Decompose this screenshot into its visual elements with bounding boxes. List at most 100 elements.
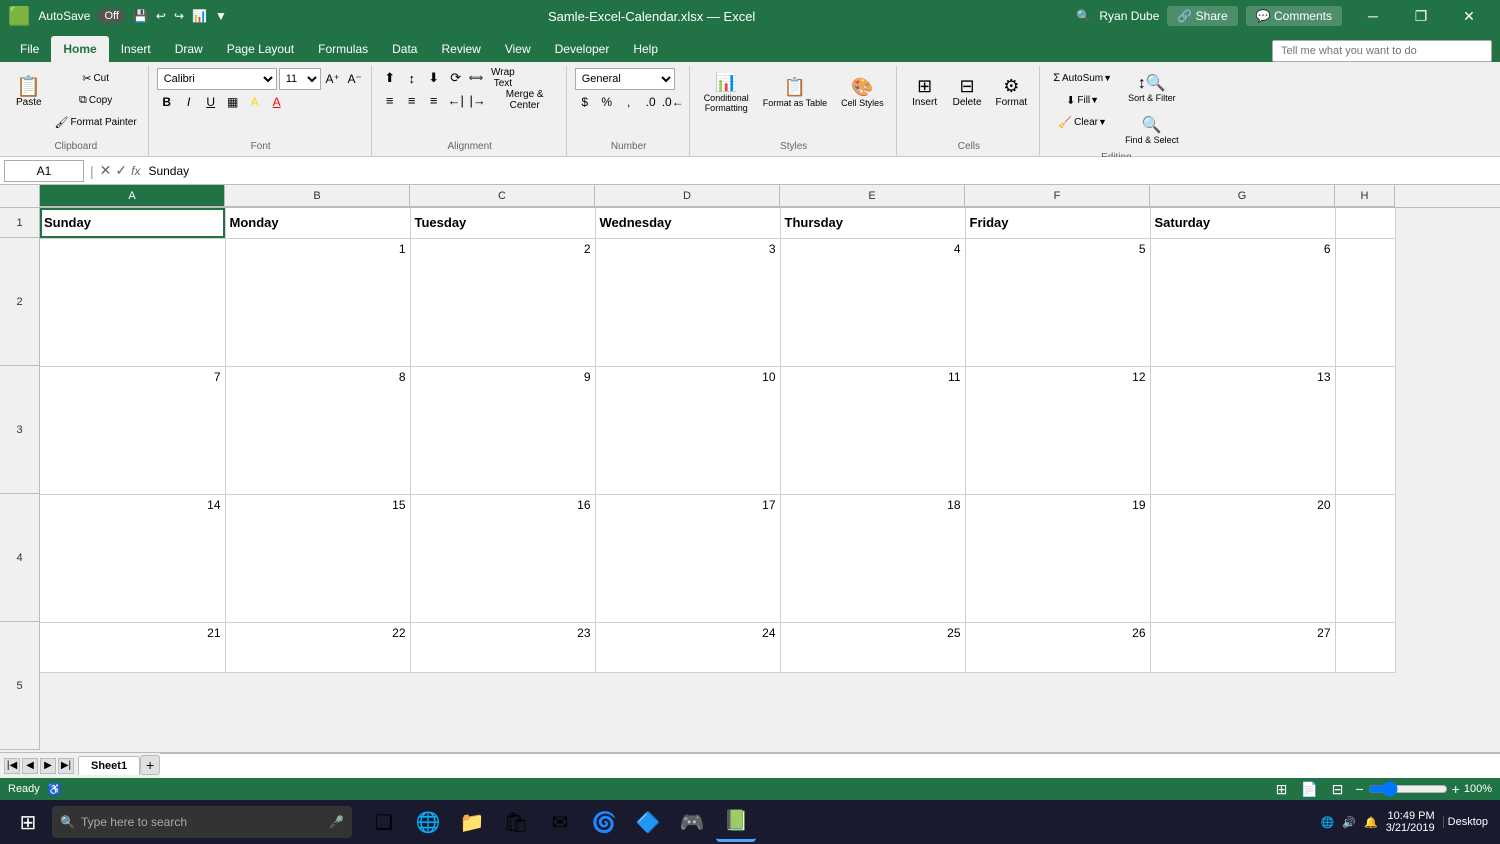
- cell-F1[interactable]: Friday: [965, 208, 1150, 238]
- cell-F4[interactable]: 19: [965, 494, 1150, 622]
- tab-view[interactable]: View: [493, 36, 543, 62]
- cell-E1[interactable]: Thursday: [780, 208, 965, 238]
- taskbar-app-store[interactable]: 🛍: [496, 802, 536, 842]
- cell-G3[interactable]: 13: [1150, 366, 1335, 494]
- border-button[interactable]: ▦: [223, 92, 243, 112]
- cell-C5[interactable]: 23: [410, 622, 595, 672]
- indent-decrease-button[interactable]: ←|: [446, 90, 466, 110]
- format-painter-button[interactable]: 🖌 Format Painter: [50, 112, 142, 132]
- orientation-button[interactable]: ⟳: [446, 68, 466, 88]
- taskbar-app-file-explorer[interactable]: 📁: [452, 802, 492, 842]
- cell-D5[interactable]: 24: [595, 622, 780, 672]
- tab-draw[interactable]: Draw: [163, 36, 215, 62]
- percent-button[interactable]: %: [597, 92, 617, 112]
- cell-B1[interactable]: Monday: [225, 208, 410, 238]
- row-header-3[interactable]: 3: [0, 366, 40, 494]
- autosum-button[interactable]: Σ AutoSum ▼: [1048, 68, 1117, 88]
- taskbar-app-unknown2[interactable]: 🎮: [672, 802, 712, 842]
- wrap-text-button[interactable]: ⟺ Wrap Text: [468, 68, 524, 88]
- share-button[interactable]: 🔗 Share: [1167, 6, 1237, 26]
- align-right-button[interactable]: ≡: [424, 90, 444, 110]
- decrease-font-button[interactable]: A⁻: [345, 69, 365, 89]
- cell-styles-button[interactable]: 🎨 Cell Styles: [835, 68, 890, 116]
- col-header-A[interactable]: A: [40, 185, 225, 207]
- cell-F2[interactable]: 5: [965, 238, 1150, 366]
- tab-formulas[interactable]: Formulas: [306, 36, 380, 62]
- cell-D4[interactable]: 17: [595, 494, 780, 622]
- start-button[interactable]: ⊞: [8, 802, 48, 842]
- restore-button[interactable]: ❐: [1398, 0, 1444, 32]
- italic-button[interactable]: I: [179, 92, 199, 112]
- cell-D1[interactable]: Wednesday: [595, 208, 780, 238]
- add-sheet-button[interactable]: +: [140, 755, 160, 775]
- font-name-select[interactable]: Calibri: [157, 68, 277, 90]
- quick-access-icon[interactable]: 📊: [192, 9, 207, 23]
- col-header-D[interactable]: D: [595, 185, 780, 207]
- cell-F3[interactable]: 12: [965, 366, 1150, 494]
- format-button[interactable]: ⚙ Format: [990, 68, 1034, 116]
- accessibility-icon[interactable]: ♿: [48, 783, 62, 796]
- cell-A3[interactable]: 7: [40, 366, 225, 494]
- fill-button[interactable]: ⬇ Fill ▼: [1048, 90, 1117, 110]
- comma-button[interactable]: ,: [619, 92, 639, 112]
- align-left-button[interactable]: ≡: [380, 90, 400, 110]
- taskbar-app-unknown1[interactable]: 🔷: [628, 802, 668, 842]
- indent-increase-button[interactable]: |→: [468, 90, 488, 110]
- taskbar-app-task-view[interactable]: ❑: [364, 802, 404, 842]
- zoom-slider[interactable]: [1368, 781, 1448, 797]
- cell-C3[interactable]: 9: [410, 366, 595, 494]
- sheet-tab-1[interactable]: Sheet1: [78, 756, 140, 775]
- cell-H3[interactable]: [1335, 366, 1395, 494]
- fill-color-button[interactable]: A: [245, 92, 265, 112]
- find-select-button[interactable]: 🔍 Find & Select: [1119, 110, 1185, 150]
- col-header-F[interactable]: F: [965, 185, 1150, 207]
- cell-G2[interactable]: 6: [1150, 238, 1335, 366]
- row-header-5[interactable]: 5: [0, 622, 40, 750]
- sheet-scroll-last[interactable]: ▶|: [58, 758, 74, 774]
- minimize-button[interactable]: ─: [1350, 0, 1396, 32]
- cell-E5[interactable]: 25: [780, 622, 965, 672]
- cell-A1[interactable]: Sunday: [40, 208, 225, 238]
- tab-home[interactable]: Home: [51, 36, 108, 62]
- name-box[interactable]: [4, 160, 84, 182]
- cell-D3[interactable]: 10: [595, 366, 780, 494]
- paste-button[interactable]: 📋 Paste: [10, 68, 48, 116]
- taskbar-sound-icon[interactable]: 🔊: [1342, 816, 1356, 829]
- taskbar-app-excel[interactable]: 📗: [716, 802, 756, 842]
- sort-filter-button[interactable]: ↕🔍 Sort & Filter: [1119, 68, 1185, 108]
- align-center-button[interactable]: ≡: [402, 90, 422, 110]
- cell-E2[interactable]: 4: [780, 238, 965, 366]
- insert-function-icon[interactable]: fx: [131, 164, 140, 178]
- page-layout-view-button[interactable]: 📄: [1299, 781, 1319, 797]
- cell-H2[interactable]: [1335, 238, 1395, 366]
- currency-button[interactable]: $: [575, 92, 595, 112]
- col-header-E[interactable]: E: [780, 185, 965, 207]
- cell-B5[interactable]: 22: [225, 622, 410, 672]
- cell-B4[interactable]: 15: [225, 494, 410, 622]
- cut-button[interactable]: ✂ Cut: [50, 68, 142, 88]
- conditional-formatting-button[interactable]: 📊 Conditional Formatting: [698, 68, 755, 117]
- format-as-table-button[interactable]: 📋 Format as Table: [757, 68, 833, 116]
- delete-button[interactable]: ⊟ Delete: [947, 68, 988, 116]
- increase-font-button[interactable]: A⁺: [323, 69, 343, 89]
- cell-A2[interactable]: [40, 238, 225, 366]
- page-break-view-button[interactable]: ⊟: [1327, 781, 1347, 797]
- cell-F5[interactable]: 26: [965, 622, 1150, 672]
- close-button[interactable]: ✕: [1446, 0, 1492, 32]
- cell-B2[interactable]: 1: [225, 238, 410, 366]
- col-header-G[interactable]: G: [1150, 185, 1335, 207]
- tab-file[interactable]: File: [8, 36, 51, 62]
- cell-H1[interactable]: [1335, 208, 1395, 238]
- tell-me-input[interactable]: [1272, 40, 1492, 62]
- cell-C1[interactable]: Tuesday: [410, 208, 595, 238]
- sheet-scroll-first[interactable]: |◀: [4, 758, 20, 774]
- decrease-decimal-button[interactable]: .0←: [663, 92, 683, 112]
- row-header-4[interactable]: 4: [0, 494, 40, 622]
- taskbar-clock[interactable]: 10:49 PM 3/21/2019: [1386, 810, 1435, 834]
- search-ribbon-icon[interactable]: 🔍: [1076, 9, 1091, 23]
- sheet-scroll-next[interactable]: ▶: [40, 758, 56, 774]
- cell-G4[interactable]: 20: [1150, 494, 1335, 622]
- cancel-formula-icon[interactable]: ✕: [100, 162, 112, 179]
- sheet-scroll-prev[interactable]: ◀: [22, 758, 38, 774]
- save-icon[interactable]: 💾: [133, 9, 148, 23]
